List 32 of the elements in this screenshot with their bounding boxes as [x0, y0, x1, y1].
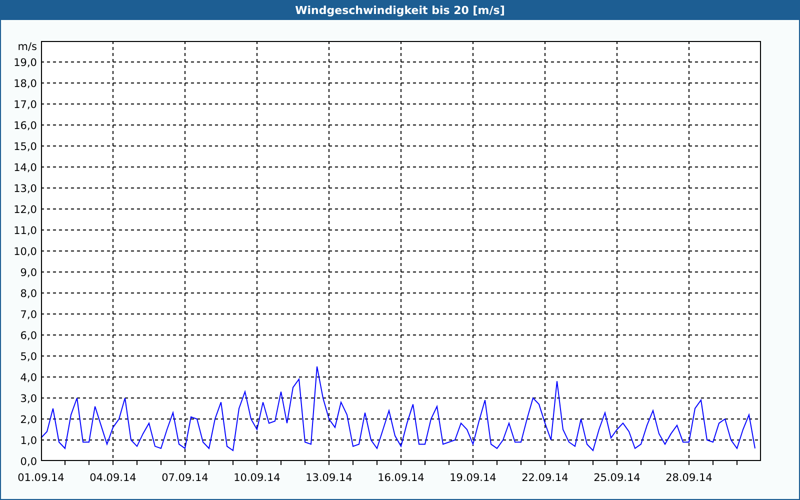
y-axis-label: 15,0: [14, 141, 37, 153]
x-axis-label: 10.09.14: [234, 472, 280, 484]
y-axis-label: 18,0: [14, 78, 37, 90]
y-axis-label: 17,0: [14, 99, 37, 111]
y-axis-label: 6,0: [20, 330, 37, 342]
y-axis-label: 7,0: [20, 309, 37, 321]
x-axis-label: 28.09.14: [666, 472, 712, 484]
y-axis-label: 16,0: [14, 120, 37, 132]
y-axis-label: 14,0: [14, 162, 37, 174]
x-axis-label: 22.09.14: [522, 472, 568, 484]
y-axis-unit: m/s: [18, 41, 37, 53]
y-axis-label: 12,0: [14, 204, 37, 216]
y-axis-label: 13,0: [14, 183, 37, 195]
x-axis-label: 04.09.14: [90, 472, 136, 484]
x-axis-label: 16.09.14: [378, 472, 424, 484]
chart-title: Windgeschwindigkeit bis 20 [m/s]: [1, 0, 799, 20]
x-axis-label: 25.09.14: [594, 472, 640, 484]
y-axis-label: 4,0: [20, 372, 37, 384]
y-axis-label: 9,0: [20, 267, 37, 279]
y-axis-label: 19,0: [14, 57, 37, 69]
y-axis-label: 5,0: [20, 351, 37, 363]
x-axis-label: 19.09.14: [450, 472, 496, 484]
y-axis-label: 2,0: [20, 414, 37, 426]
y-axis-label: 1,0: [20, 435, 37, 447]
y-axis-label: 8,0: [20, 288, 37, 300]
y-axis-label: 11,0: [14, 225, 37, 237]
y-axis-label: 10,0: [14, 246, 37, 258]
y-axis-label: 3,0: [20, 393, 37, 405]
x-axis-label: 13.09.14: [306, 472, 352, 484]
x-axis-label: 07.09.14: [162, 472, 208, 484]
y-axis-label: 0,0: [20, 456, 37, 468]
x-axis-label: 01.09.14: [18, 472, 64, 484]
